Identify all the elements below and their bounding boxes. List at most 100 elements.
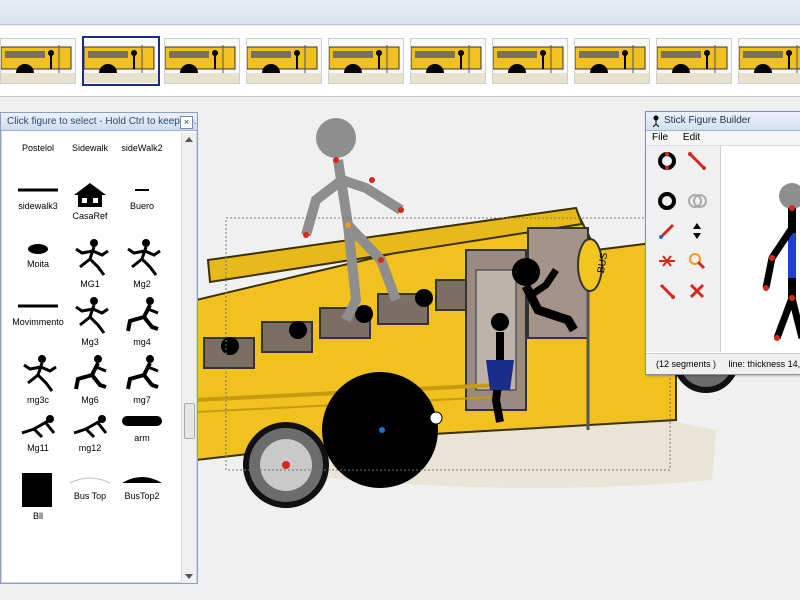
library-item[interactable]: Bus Top [63, 469, 117, 501]
running-figure-icon [63, 295, 117, 335]
add-line-segment-icon[interactable] [686, 150, 708, 172]
frame-thumbnail-icon [657, 39, 731, 83]
stick-figure-builder-window: Stick Figure Builder File Edit (12 segme… [645, 111, 800, 375]
library-item[interactable]: Mg11 [11, 411, 65, 453]
library-item-label: Buero [129, 201, 155, 211]
house-icon [63, 179, 117, 209]
arm-icon [115, 411, 169, 431]
library-item[interactable]: Postelol [11, 141, 65, 153]
stickman-icon [652, 115, 660, 127]
builder-toolbar [646, 146, 721, 352]
library-item[interactable]: Moita [11, 237, 65, 269]
library-item-label: Mg3 [81, 337, 99, 347]
library-item[interactable]: Mg6 [63, 353, 117, 405]
duplicate-circle-icon[interactable] [686, 190, 708, 212]
line-icon [11, 295, 65, 315]
library-item[interactable]: sidewalk3 [11, 179, 65, 211]
running-figure-icon [115, 237, 169, 277]
builder-status-bar: (12 segments ) line: thickness 14, lengt [646, 353, 800, 374]
library-item-label: Sidewalk [71, 143, 109, 153]
library-item-label: Bll [32, 511, 43, 521]
library-item[interactable]: CasaRef [63, 179, 117, 221]
crawling-figure-icon [63, 411, 117, 441]
builder-title-bar[interactable]: Stick Figure Builder [646, 112, 800, 131]
timeline-frame[interactable] [492, 38, 568, 84]
circle-tool-icon[interactable] [656, 190, 678, 212]
timeline-frame[interactable] [0, 38, 76, 84]
library-item[interactable]: BusTop2 [115, 469, 169, 501]
pin-segment-icon[interactable] [656, 220, 678, 242]
timeline-frame[interactable] [246, 38, 322, 84]
library-item-label: mg7 [133, 395, 151, 405]
library-item[interactable]: MG1 [63, 237, 117, 289]
library-item[interactable]: mg7 [115, 353, 169, 405]
menu-file[interactable]: File [646, 132, 674, 143]
timeline-frame[interactable] [82, 36, 160, 86]
figure-library-panel: Click figure to select - Hold Ctrl to ke… [0, 112, 198, 584]
line-info: line: thickness 14, lengt [728, 359, 800, 369]
library-item[interactable]: Sidewalk [63, 141, 117, 153]
timeline-frame[interactable] [410, 38, 486, 84]
window-top-band [0, 0, 800, 25]
curve-icon [63, 469, 117, 489]
bus-top-icon [115, 469, 169, 489]
timeline-frame[interactable] [656, 38, 732, 84]
frame-timeline [0, 26, 800, 97]
add-circle-segment-icon[interactable] [656, 150, 678, 172]
scroll-up-icon[interactable] [185, 137, 193, 142]
kneeling-figure-icon [115, 353, 169, 393]
library-item[interactable]: mg3c [11, 353, 65, 405]
close-icon[interactable]: × [180, 116, 193, 129]
scroll-down-icon[interactable] [185, 574, 193, 579]
preview-stick-figure [762, 183, 800, 341]
delete-segment-icon[interactable] [686, 280, 708, 302]
library-item-label: MG1 [80, 279, 100, 289]
library-item[interactable]: Buero [115, 179, 169, 211]
dash-icon [115, 179, 169, 199]
library-item[interactable]: mg4 [115, 295, 169, 347]
figure-library-grid: Postelol Sidewalk sideWalk2 sidewalk3 CasaRe… [1, 133, 179, 583]
line-icon [11, 179, 65, 199]
frame-thumbnail-icon [411, 39, 485, 83]
library-item-label: arm [134, 433, 150, 443]
running-figure-icon [63, 237, 117, 277]
running-figure-icon [11, 353, 65, 393]
library-scrollbar[interactable] [181, 133, 196, 583]
kneeling-figure-icon [115, 295, 169, 335]
library-item[interactable]: sideWalk2 [115, 141, 169, 153]
select-segment-icon[interactable] [656, 280, 678, 302]
bush-icon [11, 237, 65, 257]
timeline-frame[interactable] [738, 38, 800, 84]
figure-library-title: Click figure to select - Hold Ctrl to ke… [1, 113, 197, 131]
library-item-label: Mg11 [27, 443, 49, 453]
library-item-label: mg4 [133, 337, 151, 347]
library-item-label: mg3c [26, 395, 49, 405]
builder-preview[interactable] [722, 148, 800, 348]
library-item[interactable]: mg12 [63, 411, 117, 453]
cut-segment-icon[interactable] [656, 250, 678, 272]
library-item-label: mg12 [78, 443, 102, 453]
frame-thumbnail-icon [739, 39, 800, 83]
library-item[interactable]: Mg3 [63, 295, 117, 347]
frame-thumbnail-icon [1, 39, 75, 83]
timeline-frame[interactable] [164, 38, 240, 84]
frame-thumbnail-icon [165, 39, 239, 83]
timeline-frame[interactable] [328, 38, 404, 84]
magnify-segment-icon[interactable] [686, 250, 708, 272]
library-item[interactable]: Movimmento [11, 295, 65, 327]
builder-title: Stick Figure Builder [664, 115, 751, 126]
library-item-label: Mg6 [81, 395, 99, 405]
library-item[interactable]: arm [115, 411, 169, 443]
library-scroll-thumb[interactable] [184, 403, 195, 439]
move-up-down-icon[interactable] [686, 220, 708, 242]
crawling-figure-icon [11, 411, 65, 441]
library-item-label: Bus Top [73, 491, 107, 501]
frame-thumbnail-icon [575, 39, 649, 83]
library-item[interactable]: Bll [11, 469, 65, 521]
builder-menu-bar: File Edit [646, 131, 800, 146]
library-item[interactable]: Mg2 [115, 237, 169, 289]
library-item-label: BusTop2 [124, 491, 160, 501]
frame-thumbnail-icon [493, 39, 567, 83]
menu-edit[interactable]: Edit [677, 132, 706, 143]
timeline-frame[interactable] [574, 38, 650, 84]
